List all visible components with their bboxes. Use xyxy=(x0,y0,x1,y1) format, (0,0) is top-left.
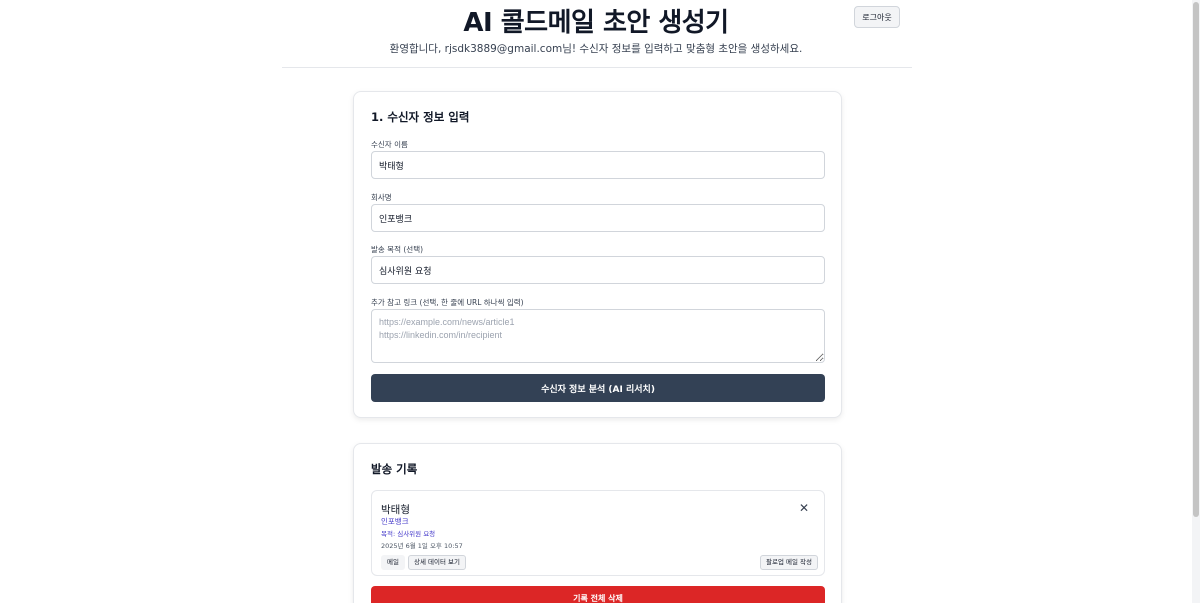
page-scrollbar[interactable] xyxy=(1192,0,1200,603)
purpose-input[interactable] xyxy=(371,256,825,284)
recipient-name-label: 수신자 이름 xyxy=(371,140,408,149)
logout-button[interactable]: 로그아웃 xyxy=(854,6,900,28)
welcome-subtitle: 환영합니다, rjsdk3889@gmail.com님! 수신자 정보를 입력하… xyxy=(389,43,803,55)
analyze-recipient-button[interactable]: 수신자 정보 분석 (AI 리서치) xyxy=(371,374,825,402)
history-recipient-name: 박태형 xyxy=(381,504,410,516)
delete-all-history-button[interactable]: 기록 전체 삭제 xyxy=(371,586,825,603)
recipient-form-card: 1. 수신자 정보 입력 수신자 이름 회사명 발송 목적 (선택) 추가 참고… xyxy=(353,91,842,418)
mail-tag: 메일 xyxy=(381,555,405,570)
history-item: 박태형 인포뱅크 목적: 심사위원 요청 2025년 6월 1일 오후 10:5… xyxy=(371,490,825,576)
header-divider xyxy=(282,67,912,68)
history-date: 2025년 6월 1일 오후 10:57 xyxy=(381,542,463,550)
purpose-label: 발송 목적 (선택) xyxy=(371,245,424,254)
write-followup-button[interactable]: 팔로업 메일 작성 xyxy=(760,555,818,570)
send-history-card: 발송 기록 박태형 인포뱅크 목적: 심사위원 요청 2025년 6월 1일 오… xyxy=(353,443,842,603)
history-purpose: 목적: 심사위원 요청 xyxy=(381,530,436,538)
company-label: 회사명 xyxy=(371,193,392,202)
recipient-name-input[interactable] xyxy=(371,151,825,179)
scrollbar-thumb[interactable] xyxy=(1193,2,1199,517)
form-title: 1. 수신자 정보 입력 xyxy=(371,110,470,124)
company-input[interactable] xyxy=(371,204,825,232)
history-title: 발송 기록 xyxy=(371,462,418,476)
page-title: AI 콜드메일 초안 생성기 xyxy=(463,8,729,38)
close-icon[interactable]: ✕ xyxy=(799,502,809,514)
app-header: AI 콜드메일 초안 생성기 환영합니다, rjsdk3889@gmail.co… xyxy=(0,0,1192,68)
reference-links-label: 추가 참고 링크 (선택, 한 줄에 URL 하나씩 입력) xyxy=(371,298,524,307)
history-company: 인포뱅크 xyxy=(381,517,409,526)
view-details-button[interactable]: 상세 데이터 보기 xyxy=(408,555,466,570)
reference-links-textarea[interactable] xyxy=(371,309,825,363)
